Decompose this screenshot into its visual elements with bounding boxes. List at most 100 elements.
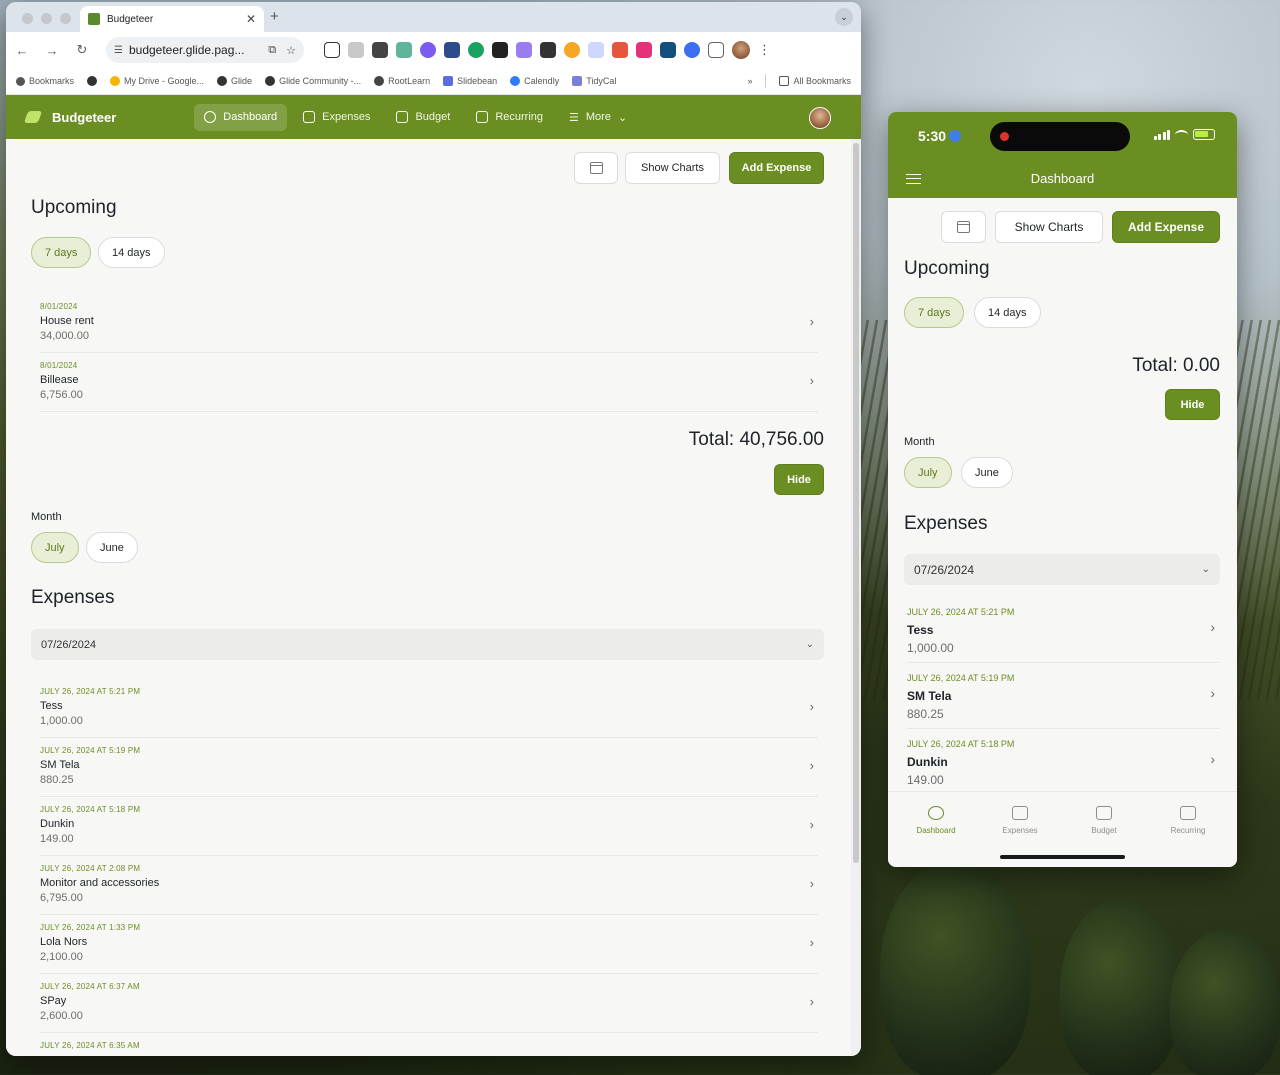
window-controls[interactable] (22, 13, 71, 24)
row-amount: 6,756.00 (40, 389, 83, 401)
bookmark-item[interactable]: Calendly (510, 76, 559, 86)
calendar-button[interactable] (941, 211, 986, 243)
hide-button[interactable]: Hide (1165, 389, 1220, 420)
extension-icon[interactable] (564, 42, 580, 58)
extension-icon[interactable] (684, 42, 700, 58)
browser-menu-icon[interactable]: ⋮ (758, 42, 771, 58)
battery-icon (1193, 129, 1215, 140)
range-7-days[interactable]: 7 days (904, 297, 965, 328)
chevron-right-icon: › (809, 699, 814, 714)
extension-icon[interactable] (348, 42, 364, 58)
date-select[interactable]: 07/26/2024 ⌄ (904, 554, 1220, 585)
tab-recurring[interactable]: Recurring (1146, 806, 1230, 835)
site-settings-icon[interactable]: ☰ (114, 45, 123, 56)
tab-search-icon[interactable]: ⌄ (835, 8, 853, 26)
bookmark-item[interactable]: RootLearn (374, 76, 430, 86)
row-date: JULY 26, 2024 AT 5:18 PM (907, 739, 1015, 749)
extension-icon[interactable] (636, 42, 652, 58)
expense-row[interactable]: JULY 26, 2024 AT 6:35 AM (40, 1033, 818, 1056)
extension-icon[interactable] (516, 42, 532, 58)
scrollbar-thumb[interactable] (853, 143, 859, 863)
tab-expenses[interactable]: Expenses (978, 806, 1062, 835)
close-tab-icon[interactable]: ✕ (246, 12, 256, 26)
bookmark-item[interactable]: Glide Community -... (265, 76, 361, 86)
expense-row[interactable]: JULY 26, 2024 AT 5:21 PM Tess 1,000.00 › (40, 679, 818, 738)
expense-row[interactable]: JULY 26, 2024 AT 5:21 PM Tess 1,000.00 › (907, 597, 1219, 663)
url-text: budgeteer.glide.pag... (128, 43, 245, 57)
date-select[interactable]: 07/26/2024 ⌄ (31, 629, 824, 660)
month-july[interactable]: July (31, 532, 79, 563)
reload-icon[interactable]: ↻ (74, 42, 90, 58)
row-amount: 2,100.00 (40, 951, 83, 963)
extension-icon[interactable] (444, 42, 460, 58)
row-date: JULY 26, 2024 AT 5:18 PM (40, 805, 141, 814)
expense-row[interactable]: JULY 26, 2024 AT 5:18 PM Dunkin 149.00 › (907, 729, 1219, 795)
add-expense-button[interactable]: Add Expense (729, 152, 824, 184)
add-expense-button[interactable]: Add Expense (1112, 211, 1220, 243)
date-select-value: 07/26/2024 (41, 638, 97, 651)
tab-budget[interactable]: Budget (1062, 806, 1146, 835)
range-7-days[interactable]: 7 days (31, 237, 92, 268)
row-date: 8/01/2024 (40, 302, 78, 311)
extension-icon[interactable] (540, 42, 556, 58)
signal-icon (1153, 129, 1170, 140)
nav-budget[interactable]: Budget (386, 104, 460, 131)
show-charts-button[interactable]: Show Charts (625, 152, 720, 184)
month-june[interactable]: June (86, 532, 138, 563)
extension-icon[interactable] (396, 42, 412, 58)
scrollbar[interactable] (851, 139, 861, 1056)
brand[interactable]: Budgeteer (24, 108, 116, 126)
month-july[interactable]: July (904, 457, 952, 488)
row-name: Lola Nors (40, 936, 88, 948)
show-charts-button[interactable]: Show Charts (995, 211, 1103, 243)
extension-icon[interactable] (372, 42, 388, 58)
expense-row[interactable]: JULY 26, 2024 AT 5:18 PM Dunkin 149.00 › (40, 797, 818, 856)
browser-tab[interactable]: Budgeteer ✕ (80, 6, 264, 32)
puzzle-extensions-icon[interactable] (708, 42, 724, 58)
bookmarks-overflow[interactable]: » (747, 76, 752, 86)
profile-avatar[interactable] (732, 41, 750, 59)
forward-icon[interactable]: → (44, 43, 60, 58)
range-14-days[interactable]: 14 days (98, 237, 165, 268)
address-bar[interactable]: ☰ budgeteer.glide.pag... ⧉ ☆ (106, 37, 304, 63)
expense-row[interactable]: JULY 26, 2024 AT 1:33 PM Lola Nors 2,100… (40, 915, 818, 974)
bookmark-item[interactable] (87, 76, 98, 86)
extension-icon[interactable] (588, 42, 604, 58)
extension-icon[interactable] (420, 42, 436, 58)
nav-expenses[interactable]: Expenses (293, 104, 380, 131)
expense-row[interactable]: JULY 26, 2024 AT 5:19 PM SM Tela 880.25 … (907, 663, 1219, 729)
upcoming-total: Total: 0.00 (1132, 355, 1220, 376)
nav-recurring[interactable]: Recurring (466, 104, 553, 131)
nav-more[interactable]: ☰ More ⌄ (559, 104, 637, 131)
extension-icon[interactable] (324, 42, 340, 58)
expense-row[interactable]: JULY 26, 2024 AT 6:37 AM SPay 2,600.00 › (40, 974, 818, 1033)
expense-row[interactable]: JULY 26, 2024 AT 2:08 PM Monitor and acc… (40, 856, 818, 915)
tab-dashboard[interactable]: Dashboard (894, 806, 978, 835)
extension-icon[interactable] (660, 42, 676, 58)
row-amount: 1,000.00 (40, 715, 83, 727)
extension-icon[interactable] (612, 42, 628, 58)
new-tab-icon[interactable]: + (270, 8, 279, 25)
calendar-button[interactable] (574, 152, 618, 184)
install-app-icon[interactable]: ⧉ (268, 44, 276, 57)
row-amount: 149.00 (40, 833, 74, 845)
hide-button[interactable]: Hide (774, 464, 824, 495)
back-icon[interactable]: ← (14, 43, 30, 58)
upcoming-row[interactable]: 8/01/2024 Billease 6,756.00 › (40, 353, 818, 412)
bookmark-item[interactable]: Slidebean (443, 76, 497, 86)
month-label: Month (904, 436, 935, 448)
extension-icon[interactable] (492, 42, 508, 58)
extension-icon[interactable] (468, 42, 484, 58)
user-avatar[interactable] (809, 107, 831, 129)
bookmark-item[interactable]: My Drive - Google... (110, 76, 204, 86)
all-bookmarks[interactable]: All Bookmarks (779, 76, 851, 86)
bookmark-item[interactable]: Bookmarks (16, 76, 74, 86)
nav-dashboard[interactable]: Dashboard (194, 103, 288, 131)
expense-row[interactable]: JULY 26, 2024 AT 5:19 PM SM Tela 880.25 … (40, 738, 818, 797)
upcoming-row[interactable]: 8/01/2024 House rent 34,000.00 › (40, 294, 818, 353)
range-14-days[interactable]: 14 days (974, 297, 1041, 328)
bookmark-item[interactable]: Glide (217, 76, 252, 86)
month-june[interactable]: June (961, 457, 1013, 488)
bookmark-item[interactable]: TidyCal (572, 76, 616, 86)
bookmark-star-icon[interactable]: ☆ (286, 44, 296, 57)
